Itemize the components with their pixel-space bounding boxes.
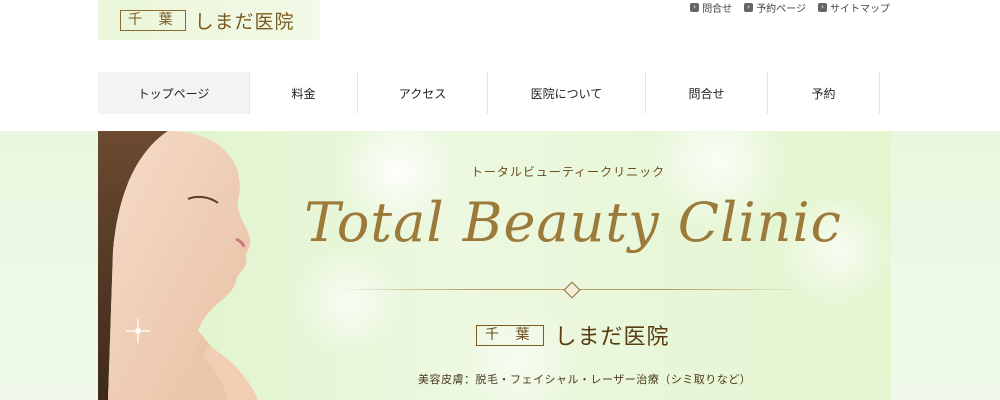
hero-region-box: 千 葉 — [476, 324, 545, 346]
util-link-label: 問合せ — [702, 4, 733, 15]
hero-banner: トータルビューティークリニック Total Beauty Clinic 千 葉 … — [0, 131, 1000, 400]
arrow-right-icon: › — [690, 3, 700, 12]
hero-subtitle: トータルビューティークリニック — [470, 165, 666, 179]
hero-services-text: 美容皮膚：脱毛・フェイシャル・レーザー治療（シミ取りなど） — [418, 373, 752, 386]
logo-region-box: 千 葉 — [120, 9, 187, 31]
arrow-right-icon: › — [744, 3, 754, 12]
hero-clinic-name: しまだ医院 — [554, 325, 670, 350]
nav-item-pricing[interactable]: 料金 — [250, 72, 358, 114]
main-nav: トップページ 料金 アクセス 医院について 問合せ 予約 — [98, 72, 880, 114]
hero-clinic-logo: 千 葉 しまだ医院 — [476, 319, 669, 351]
nav-item-contact[interactable]: 問合せ — [646, 72, 768, 114]
nav-item-about[interactable]: 医院について — [488, 72, 646, 114]
diamond-ornament-icon — [563, 281, 581, 299]
util-link-sitemap[interactable]: › サイトマップ — [818, 0, 890, 15]
util-link-label: サイトマップ — [830, 4, 890, 15]
util-link-contact[interactable]: › 問合せ — [690, 0, 732, 15]
nav-item-reservation[interactable]: 予約 — [768, 72, 880, 114]
util-link-label: 予約ページ — [756, 4, 806, 15]
hero-title: Total Beauty Clinic — [304, 191, 842, 254]
nav-item-access[interactable]: アクセス — [358, 72, 488, 114]
nav-item-top[interactable]: トップページ — [98, 72, 250, 114]
util-link-reservation[interactable]: › 予約ページ — [744, 0, 806, 15]
arrow-right-icon: › — [818, 3, 827, 12]
hero-image: トータルビューティークリニック Total Beauty Clinic 千 葉 … — [98, 131, 891, 400]
model-face-illustration — [98, 131, 258, 400]
utility-links: › 問合せ › 予約ページ › サイトマップ — [690, 0, 890, 15]
logo-clinic-name: しまだ医院 — [194, 10, 295, 33]
site-logo[interactable]: 千 葉 しまだ医院 — [98, 0, 320, 40]
